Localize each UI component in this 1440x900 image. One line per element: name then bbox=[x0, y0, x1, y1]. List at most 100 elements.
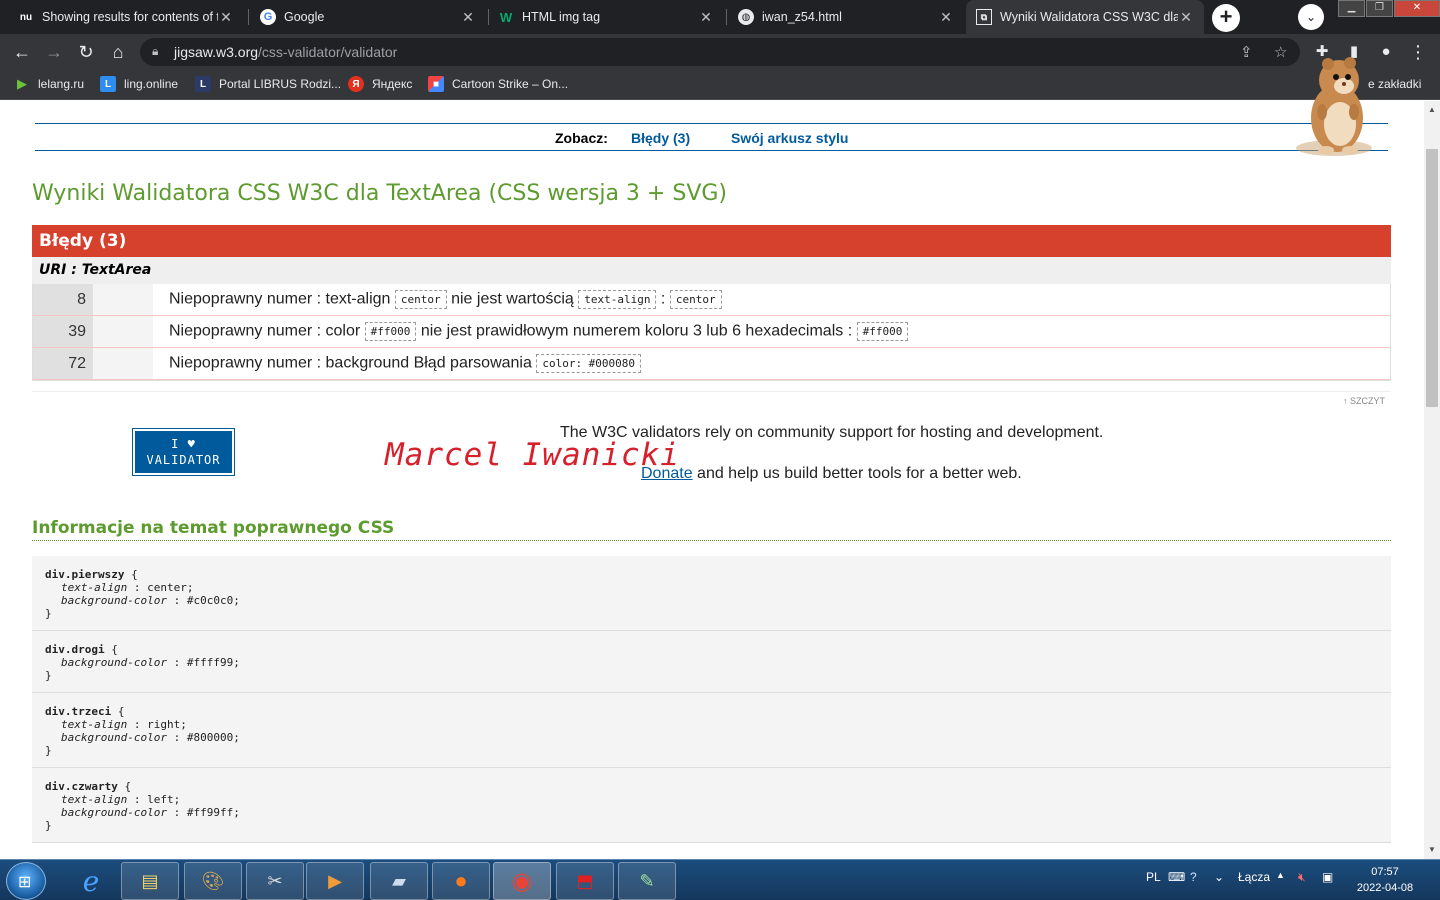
acrobat-icon[interactable]: ⬒ bbox=[556, 862, 614, 900]
volume-muted-icon[interactable]: 🔇︎ bbox=[1298, 870, 1306, 885]
cartoon-strike-icon: ■ bbox=[428, 76, 444, 92]
bookmark-cartoon-strike[interactable]: ■ Cartoon Strike – On... bbox=[428, 76, 568, 92]
top-link[interactable]: ↑ SZCZYT bbox=[1343, 396, 1385, 406]
paint-icon[interactable]: 🎨︎ bbox=[184, 862, 242, 900]
errors-link[interactable]: Błędy (3) bbox=[631, 130, 690, 146]
network-status-icon[interactable]: ▣ bbox=[1322, 870, 1333, 884]
css-selector: div.trzeci { bbox=[45, 705, 125, 718]
error-code-value: centor bbox=[394, 290, 447, 309]
see-navigation: Zobacz: Błędy (3) Swój arkusz stylu bbox=[35, 123, 1388, 151]
bookmark-lelang[interactable]: ▶ lelang.ru bbox=[14, 76, 84, 92]
bookmark-star-icon[interactable]: ☆ bbox=[1274, 43, 1287, 61]
support-text: The W3C validators rely on community sup… bbox=[560, 424, 1104, 441]
error-code-value: text-align bbox=[578, 290, 657, 309]
google-icon: G bbox=[260, 9, 276, 25]
restore-button[interactable]: ❐ bbox=[1366, 0, 1393, 17]
new-tab-button[interactable]: + bbox=[1212, 4, 1240, 32]
scroll-down-arrow[interactable]: ▼ bbox=[1424, 845, 1440, 854]
i-love-validator-badge[interactable]: I ♥ VALIDATOR bbox=[132, 428, 235, 476]
show-hidden-icons[interactable]: ▲ bbox=[1276, 870, 1285, 880]
css-rule: div.czwarty {text-align : left; backgroun… bbox=[32, 768, 1391, 843]
back-button[interactable]: ← bbox=[10, 40, 34, 64]
notepad-plus-icon[interactable]: ✎ bbox=[618, 862, 676, 900]
help-icon[interactable]: ? bbox=[1190, 870, 1197, 884]
uri-label: URI : TextArea bbox=[32, 257, 1391, 284]
error-message: Niepoprawny numer : text-align centor ni… bbox=[153, 290, 722, 309]
minimize-button[interactable]: ▁ bbox=[1338, 0, 1365, 17]
bookmarks-bar: ▶ lelang.ru L ling.online L Portal LIBRU… bbox=[0, 70, 1440, 100]
reload-button[interactable]: ↻ bbox=[74, 40, 98, 64]
scrollbar-thumb[interactable] bbox=[1426, 149, 1438, 407]
bookmark-yandex[interactable]: Я Яндекс bbox=[348, 76, 412, 92]
valid-css-heading: Informacje na temat poprawnego CSS bbox=[32, 518, 1391, 541]
error-context bbox=[93, 284, 153, 315]
error-line-number: 39 bbox=[33, 316, 93, 347]
error-message: Niepoprawny numer : color #ff000 nie jes… bbox=[153, 322, 909, 341]
lock-icon[interactable]: 🔒︎ bbox=[152, 44, 158, 59]
tab-search-button[interactable]: ⌄ bbox=[1298, 4, 1324, 30]
media-player-icon[interactable]: ▶ bbox=[306, 862, 364, 900]
w3c-icon: ⧉ bbox=[976, 9, 992, 25]
scroll-up-arrow[interactable]: ▲ bbox=[1424, 105, 1440, 114]
close-icon[interactable]: ✕ bbox=[218, 9, 234, 26]
share-icon[interactable]: ⇪ bbox=[1240, 43, 1253, 61]
language-indicator[interactable]: PL bbox=[1146, 870, 1161, 884]
tab-w3c-validator[interactable]: ⧉ Wyniki Walidatora CSS W3C dla T ✕ bbox=[966, 0, 1204, 34]
error-row: 39 Niepoprawny numer : color #ff000 nie j… bbox=[33, 316, 1390, 348]
window-controls: ▁ ❐ ✕ bbox=[1338, 0, 1440, 17]
start-button[interactable]: ⊞ bbox=[6, 862, 46, 900]
keyboard-icon[interactable]: ⌨ bbox=[1168, 870, 1185, 884]
page-scrollbar[interactable]: ▲ ▼ bbox=[1424, 101, 1440, 859]
css-declaration: text-align : left; bbox=[61, 793, 181, 806]
file-explorer-icon[interactable]: ▤ bbox=[121, 862, 179, 900]
globe-icon: ◍ bbox=[738, 9, 754, 25]
chrome-icon[interactable]: ◉ bbox=[493, 862, 551, 900]
tab-nu-results[interactable]: nu Showing results for contents of t ✕ bbox=[8, 0, 244, 34]
close-icon[interactable]: ✕ bbox=[1178, 9, 1194, 26]
internet-explorer-icon[interactable]: ℯ bbox=[62, 862, 120, 900]
snipping-tool-icon[interactable]: ✂ bbox=[246, 862, 304, 900]
w3schools-icon: W bbox=[499, 9, 513, 25]
librus-icon: L bbox=[195, 76, 211, 92]
bookmark-librus[interactable]: L Portal LIBRUS Rodzi... bbox=[195, 76, 341, 92]
windows-taskbar: ⊞ ℯ ▤ 🎨︎ ✂ ▶ ▰ ● ◉ ⬒ ✎ PL ⌨ ? ⌄ Łącza ▲ … bbox=[0, 859, 1440, 900]
tab-google[interactable]: G Google ✕ bbox=[250, 0, 486, 34]
error-code-value: color: #000080 bbox=[536, 354, 642, 373]
css-selector: div.czwarty { bbox=[45, 780, 132, 793]
input-options-icon[interactable]: ⌄ bbox=[1214, 870, 1224, 884]
home-button[interactable]: ⌂ bbox=[106, 40, 130, 64]
network-label[interactable]: Łącza bbox=[1238, 870, 1270, 884]
close-icon[interactable]: ✕ bbox=[460, 9, 476, 26]
donate-link[interactable]: Donate bbox=[641, 465, 693, 482]
your-stylesheet-link[interactable]: Swój arkusz stylu bbox=[731, 130, 848, 146]
address-bar[interactable]: 🔒︎ jigsaw.w3.org/css-validator/validator… bbox=[140, 38, 1300, 66]
page-content: Zobacz: Błędy (3) Swój arkusz stylu Wyni… bbox=[0, 101, 1424, 859]
css-declaration: background-color : #ffff99; bbox=[61, 656, 240, 669]
tab-iwan[interactable]: ◍ iwan_z54.html ✕ bbox=[728, 0, 964, 34]
forward-button[interactable]: → bbox=[42, 40, 66, 64]
system-clock[interactable]: 07:57 2022-04-08 bbox=[1350, 864, 1420, 896]
hamster-mascot-image bbox=[1296, 57, 1372, 156]
close-icon[interactable]: ✕ bbox=[698, 9, 714, 26]
error-row: 72 Niepoprawny numer : background Błąd pa… bbox=[33, 348, 1390, 380]
page-title: Wyniki Walidatora CSS W3C dla TextArea (… bbox=[32, 181, 727, 206]
browser-tab-bar: nu Showing results for contents of t ✕ G… bbox=[0, 0, 1440, 34]
ling-icon: L bbox=[100, 76, 116, 92]
error-code-value: centor bbox=[669, 290, 722, 309]
error-line-number: 72 bbox=[33, 348, 93, 379]
firefox-icon[interactable]: ● bbox=[432, 862, 490, 900]
error-context bbox=[93, 316, 153, 347]
window-close-button[interactable]: ✕ bbox=[1394, 0, 1440, 17]
url-text: jigsaw.w3.org/css-validator/validator bbox=[174, 44, 398, 60]
error-line-number: 8 bbox=[33, 284, 93, 315]
play-icon: ▶ bbox=[17, 76, 27, 91]
nu-icon: nu bbox=[19, 11, 33, 23]
bookmark-ling-online[interactable]: L ling.online bbox=[100, 76, 178, 92]
tab-html-img[interactable]: W HTML img tag ✕ bbox=[488, 0, 724, 34]
error-context bbox=[93, 348, 153, 379]
close-icon[interactable]: ✕ bbox=[938, 9, 954, 26]
menu-icon[interactable]: ⋮ bbox=[1406, 40, 1430, 64]
notes-icon[interactable]: ▰ bbox=[370, 862, 428, 900]
errors-heading: Błędy (3) bbox=[32, 225, 1391, 257]
error-code-value: #ff000 bbox=[856, 322, 909, 341]
